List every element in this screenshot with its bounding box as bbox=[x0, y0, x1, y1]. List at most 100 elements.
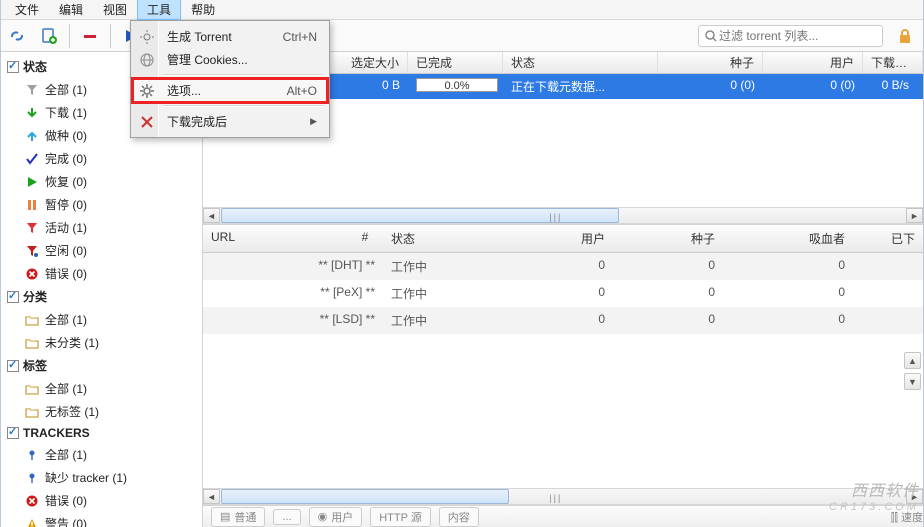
lock-icon[interactable] bbox=[897, 28, 913, 44]
sidebar-item[interactable]: 错误 (0) bbox=[1, 262, 202, 285]
menu-item-manage-cookies[interactable]: 管理 Cookies... bbox=[133, 48, 327, 71]
section-category[interactable]: 分类 bbox=[1, 285, 202, 308]
tracker-seeds: 0 bbox=[613, 310, 723, 331]
cell-seed: 0 (0) bbox=[658, 74, 763, 99]
err-icon bbox=[25, 494, 39, 508]
menu-view[interactable]: 视图 bbox=[93, 0, 137, 20]
checkbox-icon[interactable] bbox=[7, 61, 19, 73]
v-scroll-buttons: ▲ ▼ bbox=[904, 352, 921, 390]
funnel-dot-icon bbox=[25, 244, 39, 258]
sidebar-item-label: 完成 (0) bbox=[45, 150, 87, 167]
col-header-seeds[interactable]: 种子 bbox=[613, 228, 723, 249]
add-link-button[interactable] bbox=[5, 24, 29, 48]
doc-icon: ▤ bbox=[220, 510, 230, 523]
menu-tools[interactable]: 工具 bbox=[137, 0, 181, 20]
col-header-user[interactable]: 用户 bbox=[763, 52, 863, 75]
sidebar-item-label: 错误 (0) bbox=[45, 492, 87, 509]
menu-file[interactable]: 文件 bbox=[5, 0, 49, 20]
sidebar-item[interactable]: 空闲 (0) bbox=[1, 239, 202, 262]
menu-item-label: 生成 Torrent bbox=[167, 28, 232, 45]
tracker-users: 0 bbox=[473, 310, 613, 331]
menu-item-label: 下载完成后 bbox=[167, 113, 227, 130]
tracker-seeds: 0 bbox=[613, 256, 723, 277]
checkbox-icon[interactable] bbox=[7, 427, 19, 439]
h-scrollbar-bottom[interactable]: ◄ ||| ► bbox=[203, 488, 923, 505]
scroll-right-icon[interactable]: ► bbox=[906, 208, 923, 223]
menu-separator bbox=[163, 74, 323, 76]
menu-edit[interactable]: 编辑 bbox=[49, 0, 93, 20]
col-header[interactable]: # bbox=[362, 230, 369, 244]
tracker-leech: 0 bbox=[723, 283, 853, 304]
tracker-row[interactable]: ** [DHT] ** 工作中 0 0 0 bbox=[203, 253, 923, 280]
tab-peers[interactable]: ◉用户 bbox=[309, 507, 363, 527]
tracker-leech: 0 bbox=[723, 310, 853, 331]
arrow-up-icon bbox=[25, 129, 39, 143]
scroll-down-icon[interactable]: ▼ bbox=[904, 373, 921, 390]
sidebar-item[interactable]: 完成 (0) bbox=[1, 147, 202, 170]
sidebar-item[interactable]: 全部 (1) bbox=[1, 443, 202, 466]
col-header-users[interactable]: 用户 bbox=[473, 228, 613, 249]
col-header-down[interactable]: 已下 bbox=[853, 228, 923, 249]
tracker-header[interactable]: # URL 状态 用户 种子 吸血者 已下 bbox=[203, 225, 923, 253]
tracker-leech: 0 bbox=[723, 256, 853, 277]
col-header-done[interactable]: 已完成 bbox=[408, 52, 503, 75]
col-header-url[interactable]: URL bbox=[211, 230, 235, 244]
sidebar-item[interactable]: 全部 (1) bbox=[1, 377, 202, 400]
remove-button[interactable] bbox=[78, 24, 102, 48]
menu-help[interactable]: 帮助 bbox=[181, 0, 225, 20]
gear-icon bbox=[139, 83, 155, 99]
scroll-up-icon[interactable]: ▲ bbox=[904, 352, 921, 369]
sidebar-item[interactable]: 恢复 (0) bbox=[1, 170, 202, 193]
menu-item-label: 选项... bbox=[167, 82, 201, 99]
tracker-row[interactable]: ** [LSD] ** 工作中 0 0 0 bbox=[203, 307, 923, 334]
h-scrollbar-top[interactable]: ◄ ||| ► bbox=[203, 207, 923, 224]
sidebar-item-label: 空闲 (0) bbox=[45, 242, 87, 259]
col-header-speed[interactable]: 下载速度 bbox=[863, 52, 923, 75]
user-icon: ◉ bbox=[318, 510, 328, 523]
menu-item-gen-torrent[interactable]: 生成 Torrent Ctrl+N bbox=[133, 25, 327, 48]
section-tags[interactable]: 标签 bbox=[1, 354, 202, 377]
sidebar-item-label: 恢复 (0) bbox=[45, 173, 87, 190]
funnel-icon bbox=[25, 83, 39, 97]
sidebar-item[interactable]: 暂停 (0) bbox=[1, 193, 202, 216]
sidebar-item[interactable]: 全部 (1) bbox=[1, 308, 202, 331]
tracker-status: 工作中 bbox=[383, 310, 473, 331]
col-header-status[interactable]: 状态 bbox=[383, 228, 473, 249]
sidebar-item-label: 全部 (1) bbox=[45, 311, 87, 328]
tab-b[interactable]: ... bbox=[273, 509, 300, 525]
col-header-status[interactable]: 状态 bbox=[503, 52, 658, 75]
checkbox-icon[interactable] bbox=[7, 291, 19, 303]
add-torrent-file-button[interactable] bbox=[37, 24, 61, 48]
section-label: TRACKERS bbox=[23, 426, 90, 440]
filter-input[interactable] bbox=[717, 28, 876, 44]
check-icon bbox=[25, 152, 39, 166]
menu-item-options[interactable]: 选项... Alt+O bbox=[133, 79, 327, 102]
arrow-down-icon bbox=[25, 106, 39, 120]
sidebar-item[interactable]: 未分类 (1) bbox=[1, 331, 202, 354]
scroll-left-icon[interactable]: ◄ bbox=[203, 489, 220, 504]
scroll-left-icon[interactable]: ◄ bbox=[203, 208, 220, 223]
scroll-right-icon[interactable]: ► bbox=[906, 489, 923, 504]
checkbox-icon[interactable] bbox=[7, 360, 19, 372]
sidebar-item[interactable]: 错误 (0) bbox=[1, 489, 202, 512]
tab-http-sources[interactable]: HTTP 源 bbox=[370, 507, 431, 527]
sidebar-item[interactable]: 无标签 (1) bbox=[1, 400, 202, 423]
menu-item-label: 管理 Cookies... bbox=[167, 51, 248, 68]
tracker-row[interactable]: ** [PeX] ** 工作中 0 0 0 bbox=[203, 280, 923, 307]
col-header-leech[interactable]: 吸血者 bbox=[723, 228, 853, 249]
cell-status: 正在下载元数据... bbox=[503, 74, 658, 99]
menu-item-shortcut: Alt+O bbox=[287, 84, 317, 98]
tab-general[interactable]: ▤普通 bbox=[211, 507, 265, 527]
sidebar-item[interactable]: 缺少 tracker (1) bbox=[1, 466, 202, 489]
col-header-seed[interactable]: 种子 bbox=[658, 52, 763, 75]
sidebar-item[interactable]: 警告 (0) bbox=[1, 512, 202, 527]
err-icon bbox=[25, 267, 39, 281]
menu-item-after-download[interactable]: 下载完成后 bbox=[133, 110, 327, 133]
sidebar-item-label: 错误 (0) bbox=[45, 265, 87, 282]
filter-search-box[interactable] bbox=[698, 25, 883, 47]
section-label: 标签 bbox=[23, 357, 47, 374]
menu-separator bbox=[163, 105, 323, 107]
sidebar-item[interactable]: 活动 (1) bbox=[1, 216, 202, 239]
tab-content[interactable]: 内容 bbox=[439, 507, 479, 527]
section-trackers[interactable]: TRACKERS bbox=[1, 423, 202, 443]
